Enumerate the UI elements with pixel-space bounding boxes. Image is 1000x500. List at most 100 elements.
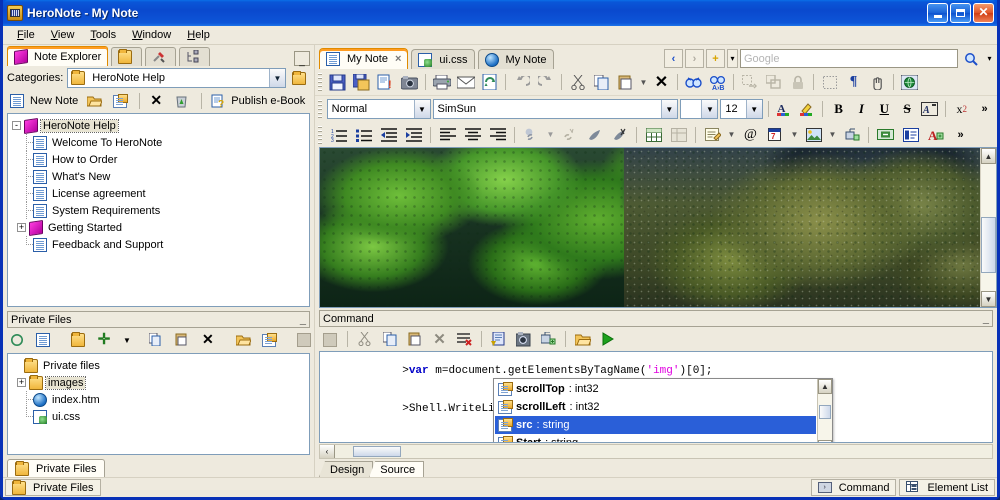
tree-node-item[interactable]: License agreement — [12, 185, 307, 202]
decrease-indent-button[interactable] — [377, 124, 400, 146]
document-canvas[interactable]: ▲ ▼ — [319, 147, 997, 308]
align-center-button[interactable] — [461, 124, 484, 146]
tab-source[interactable]: Source — [369, 461, 425, 477]
menu-window[interactable]: Window — [124, 27, 179, 43]
insert-field-button[interactable] — [738, 71, 761, 93]
paragraph-marks-button[interactable]: ¶ — [842, 71, 865, 93]
scroll-thumb[interactable] — [981, 217, 996, 274]
autocomplete-list[interactable]: scrollTop : int32 scrollLeft : int32 src — [494, 379, 817, 442]
save-all-button[interactable] — [350, 71, 373, 93]
run-button[interactable] — [596, 328, 619, 350]
scroll-down-button[interactable]: ▼ — [981, 291, 996, 307]
strikethrough-button[interactable]: S — [897, 98, 918, 120]
status-command-button[interactable]: › Command — [810, 479, 897, 496]
scroll-up-button[interactable]: ▲ — [818, 379, 832, 394]
delete-note-button[interactable]: ✕ — [146, 93, 169, 109]
search-button[interactable] — [960, 49, 982, 68]
tree-node-item[interactable]: What's New — [12, 168, 307, 185]
numbered-list-button[interactable]: 123 — [327, 124, 350, 146]
undo-button[interactable] — [510, 71, 533, 93]
tree-node-item[interactable]: Feedback and Support — [12, 236, 307, 253]
superscript-button[interactable]: x2 — [951, 98, 972, 120]
save-script-button[interactable] — [512, 328, 535, 350]
tab-folders[interactable] — [111, 47, 143, 66]
tab-note-explorer[interactable]: Note Explorer — [7, 46, 109, 66]
load-script-button[interactable] — [487, 328, 510, 350]
maximize-button[interactable] — [950, 3, 971, 23]
insert-date-button[interactable]: 7 — [764, 124, 787, 146]
toolbar-grip[interactable] — [318, 73, 322, 91]
editor-vertical-scrollbar[interactable]: ▲ ▼ — [980, 148, 996, 307]
forward-button[interactable]: › — [685, 49, 704, 68]
tree-node-group[interactable]: + Getting Started — [12, 219, 307, 236]
group-button[interactable] — [762, 71, 785, 93]
file-properties-button[interactable] — [259, 332, 282, 348]
command-copy-button[interactable] — [378, 328, 401, 350]
status-private-files-tab[interactable]: Private Files — [5, 479, 101, 496]
autocomplete-item-selected[interactable]: src : string — [495, 416, 816, 434]
explorer-minimize-button[interactable]: _ — [294, 51, 310, 67]
command-paste-button[interactable] — [403, 328, 426, 350]
insert-image-button[interactable] — [802, 124, 825, 146]
hyperlink-button[interactable] — [520, 124, 543, 146]
category-combo[interactable]: HeroNote Help ▼ — [67, 68, 286, 88]
hyperlink-dropdown[interactable]: ▼ — [545, 124, 556, 146]
autocomplete-item[interactable]: Start : string — [495, 434, 816, 442]
bookmark-button[interactable] — [583, 124, 606, 146]
command-cut-button[interactable] — [353, 328, 376, 350]
private-files-minimize-button[interactable]: _ — [300, 314, 306, 325]
file-node-item[interactable]: ui.css — [12, 408, 307, 425]
select-area-button[interactable] — [818, 71, 841, 93]
underline-button[interactable]: U — [874, 98, 895, 120]
scroll-thumb[interactable] — [353, 446, 401, 457]
align-left-button[interactable] — [436, 124, 459, 146]
scroll-left-button[interactable]: ‹ — [320, 445, 335, 458]
insert-table-button[interactable] — [642, 124, 665, 146]
publish-ebook-button[interactable]: ? Publish e-Book — [208, 93, 308, 110]
paragraph-style-combo[interactable]: Normal ▼ — [326, 99, 431, 119]
autocomplete-item[interactable]: scrollTop : int32 — [495, 380, 816, 398]
tab-outline[interactable] — [179, 47, 211, 66]
cut-button[interactable] — [566, 71, 589, 93]
command-minimize-button[interactable]: _ — [983, 313, 989, 324]
format-grip[interactable] — [318, 100, 322, 118]
expander-icon[interactable]: + — [17, 378, 26, 387]
file-node-item[interactable]: index.htm — [12, 391, 307, 408]
menu-file[interactable]: FFileile — [9, 27, 43, 43]
doc-tab-ui-css[interactable]: ui.css — [411, 49, 475, 69]
paragraph-overflow-button[interactable]: » — [949, 124, 972, 146]
save-button[interactable] — [326, 71, 349, 93]
expander-icon[interactable]: + — [17, 223, 26, 232]
autocomplete-popup[interactable]: scrollTop : int32 scrollLeft : int32 src — [493, 378, 833, 442]
chevron-down-icon[interactable]: ▼ — [269, 69, 285, 87]
command-clear-button[interactable] — [453, 328, 476, 350]
open-note-button[interactable] — [84, 93, 107, 109]
note-properties-button[interactable] — [110, 93, 133, 109]
font-size-combo[interactable]: 12 ▼ — [720, 99, 763, 119]
scroll-track[interactable] — [981, 164, 996, 291]
refresh-page-button[interactable] — [478, 71, 501, 93]
tree-node-item[interactable]: How to Order — [12, 151, 307, 168]
browser-preview-button[interactable] — [898, 71, 921, 93]
command-delete-button[interactable]: ✕ — [428, 328, 451, 350]
copy-button[interactable] — [590, 71, 613, 93]
content-image[interactable] — [320, 148, 980, 307]
delete-button[interactable]: ✕ — [650, 71, 673, 93]
font-family-combo[interactable]: SimSun ▼ — [432, 99, 678, 119]
print-button[interactable] — [430, 71, 453, 93]
menu-view[interactable]: View — [43, 27, 83, 43]
menu-help[interactable]: Help — [179, 27, 218, 43]
lock-button[interactable] — [786, 71, 809, 93]
recycle-bin-button[interactable] — [172, 93, 195, 109]
add-tab-dropdown[interactable]: ▾ — [727, 49, 738, 68]
private-files-tree[interactable]: Private files + images index.htm ui.css — [7, 353, 310, 455]
new-file-button[interactable] — [33, 332, 56, 348]
file-node-folder[interactable]: + images — [12, 374, 307, 391]
doc-tab-my-note[interactable]: My Note × — [319, 48, 409, 69]
note-tree[interactable]: - HeroNote Help Welcome To HeroNote How … — [7, 113, 310, 307]
back-button[interactable]: ‹ — [664, 49, 683, 68]
copy-button[interactable] — [146, 332, 169, 348]
scroll-thumb[interactable] — [819, 405, 831, 420]
format-overflow-button[interactable]: » — [974, 98, 995, 120]
close-icon[interactable]: × — [395, 53, 401, 65]
